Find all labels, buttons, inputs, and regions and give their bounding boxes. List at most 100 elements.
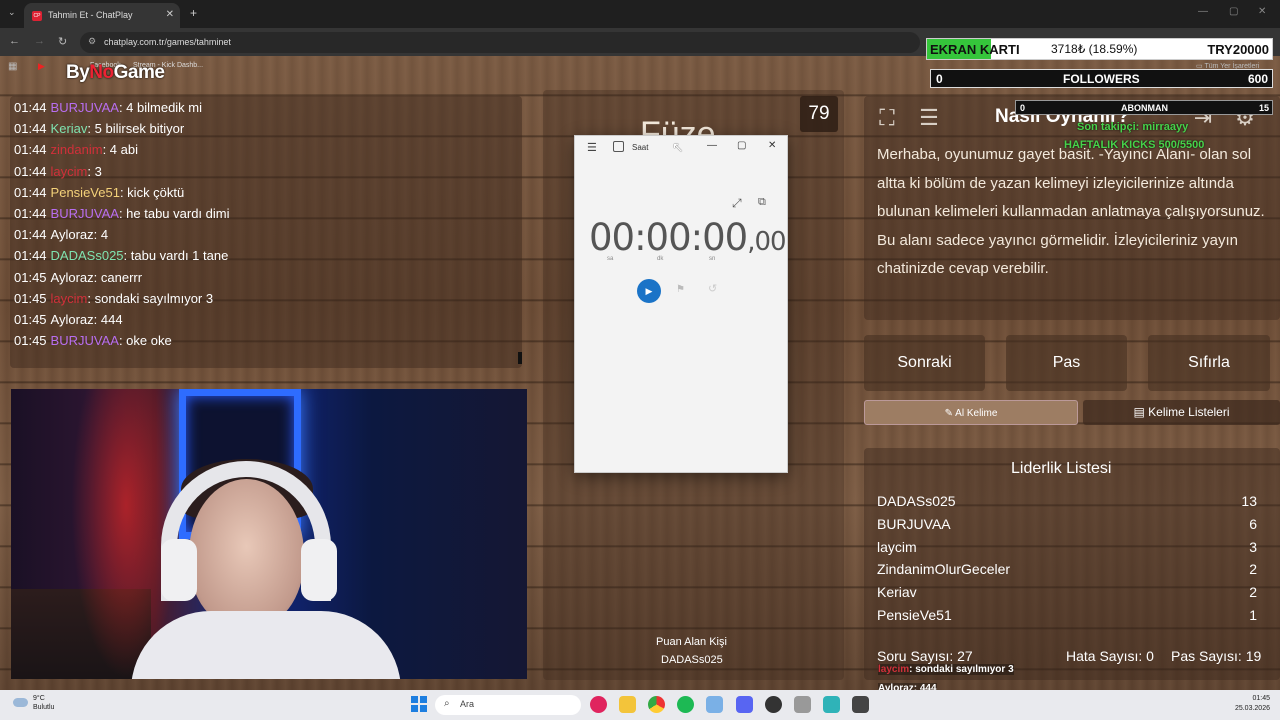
scorer-name: DADASs025 [661,654,723,666]
followers-current: 0 [936,72,943,86]
leader-name: laycim [877,538,917,555]
chat-message: 01:44 BURJUVAA: 4 bilmedik mi [14,100,202,115]
last-follower: Son takipçi: mirraayy [1077,121,1189,133]
subs-label: ABONMAN [1121,103,1168,113]
youtube-icon[interactable]: ▶ [38,61,45,72]
countdown-timer: 79 [800,96,838,132]
chat-username[interactable]: Keriav [51,121,88,136]
url-text: chatplay.com.tr/games/tahminet [104,37,231,47]
chat-text: : 5 bilirsek bitiyor [87,121,185,137]
play-button[interactable]: ▶ [637,279,661,303]
chrome-icon[interactable] [648,696,665,713]
clock-title: Saat [632,143,649,152]
stopwatch-display: 00:00:00,00 [589,216,787,259]
clock-app-window[interactable]: ☰ Saat — ▢ ✕ ⤢ ⧉ 00:00:00,00 sa dk sn ▶ … [574,135,788,473]
weather-temp: 9°C [33,695,45,702]
taskbar-search[interactable]: ⌕ Ara [435,695,581,715]
app-icon-teal[interactable] [823,696,840,713]
forward-icon[interactable]: → [34,35,45,47]
chat-username[interactable]: PensieVe51 [51,185,120,200]
chat-time: 01:44 [14,163,47,179]
lap-flag-icon[interactable]: ⚑ [676,284,685,295]
chat-username[interactable]: BURJUVAA [51,333,119,348]
file-explorer-icon[interactable] [619,696,636,713]
chat-time: 01:45 [14,290,47,306]
leaderboard-row: laycim 3 [877,539,1257,555]
reset-button[interactable]: Sıfırla [1148,335,1270,391]
reload-icon[interactable]: ↻ [58,35,67,48]
chat-username[interactable]: BURJUVAA [51,206,119,221]
site-info-icon[interactable]: ⚙ [88,36,96,47]
chat-message: 01:44 laycim: 3 [14,164,102,179]
keep-on-top-icon[interactable]: ⧉ [758,196,766,209]
cloud-icon [13,698,28,707]
url-field[interactable]: ⚙ chatplay.com.tr/games/tahminet [80,32,920,53]
leaderboard-row: BURJUVAA 6 [877,516,1257,532]
pass-button[interactable]: Pas [1006,335,1127,391]
apps-icon[interactable]: ▦ [8,61,17,72]
chat-username[interactable]: zindanim [51,142,103,157]
tab-word-lists[interactable]: ▤ Kelime Listeleri [1083,400,1280,425]
windows-start-icon[interactable] [411,696,427,712]
app-icon-red[interactable] [590,696,607,713]
close-window-icon[interactable]: ✕ [1258,6,1266,17]
leaderboard-row: Keriav 2 [877,584,1257,600]
question-count: Soru Sayısı: 27 [877,648,973,664]
chat-username[interactable]: Ayloraz [51,270,94,285]
overlay-chat-text: : sondaki sayılmıyor 3 [909,664,1014,675]
chat-text: : canerrr [93,269,143,285]
system-clock[interactable]: 01:45 25.03.2026 [1226,694,1270,714]
chat-username[interactable]: Ayloraz [51,312,94,327]
chat-message: 01:44 Keriav: 5 bilirsek bitiyor [14,121,184,136]
new-tab-icon[interactable]: + [190,6,197,20]
tab-get-word[interactable]: ✎ Al Kelime [864,400,1078,425]
chat-time: 01:45 [14,312,47,327]
browser-tabbar: ⌄ CP Tahmin Et - ChatPlay ✕ + — ▢ ✕ [0,0,1280,28]
leader-name: PensieVe51 [877,607,952,623]
chat-message: 01:44 Ayloraz: 4 [14,227,108,242]
menu-icon[interactable]: ☰ [587,141,597,154]
maximize-icon[interactable]: ▢ [1229,6,1238,17]
chat-text: : he tabu vardı dimi [118,206,230,221]
chat-scrollbar[interactable] [518,352,522,364]
maximize-icon[interactable]: ▢ [737,140,746,151]
taskbar-search-label: Ara [460,699,475,709]
chat-time: 01:44 [14,227,47,243]
minimize-icon[interactable]: — [1198,6,1208,17]
leader-score: 6 [1249,515,1257,532]
chat-time: 01:44 [14,121,47,137]
spotify-icon[interactable] [677,696,694,713]
minimize-icon[interactable]: — [707,140,717,151]
obs-icon[interactable] [765,696,782,713]
chat-username[interactable]: laycim [51,164,88,179]
expand-icon[interactable]: ⤢ [732,196,742,211]
browser-tab[interactable]: CP Tahmin Et - ChatPlay ✕ [24,3,180,28]
chat-username[interactable]: DADASs025 [51,248,124,263]
notepad-icon[interactable] [794,696,811,713]
leader-score: 13 [1241,493,1257,509]
leader-score: 2 [1249,561,1257,578]
discord-icon[interactable] [736,696,753,713]
chat-message: 01:45 laycim: sondaki sayılmıyor 3 [14,291,213,306]
pass-count: Pas Sayısı: 19 [1171,648,1262,664]
unit-hours: sa [607,256,614,262]
reset-icon[interactable]: ↺ [708,282,717,295]
notes-icon[interactable]: ☰ [914,103,944,133]
tab-search-icon[interactable]: ⌄ [8,7,16,18]
chat-username[interactable]: Ayloraz [51,227,94,242]
goal-label: EKRAN KARTI [930,42,1020,57]
chat-message: 01:45 Ayloraz: 444 [14,312,123,327]
back-icon[interactable]: ← [9,35,20,47]
chat-username[interactable]: BURJUVAA [51,100,119,115]
close-icon[interactable]: ✕ [768,140,776,151]
close-tab-icon[interactable]: ✕ [166,9,174,20]
goal-amount: 3718₺ (18.59%) [1051,42,1138,56]
fullscreen-icon[interactable]: ⛶ [872,103,902,133]
chat-username[interactable]: laycim [51,291,88,306]
followers-label: FOLLOWERS [1063,72,1140,86]
next-button[interactable]: Sonraki [864,335,985,391]
word-icon: ✎ [944,408,956,419]
settings-app-icon[interactable] [706,696,723,713]
clock-taskbar-icon[interactable] [852,696,869,713]
weather-widget[interactable]: 9°C Bulutlu [33,694,54,712]
